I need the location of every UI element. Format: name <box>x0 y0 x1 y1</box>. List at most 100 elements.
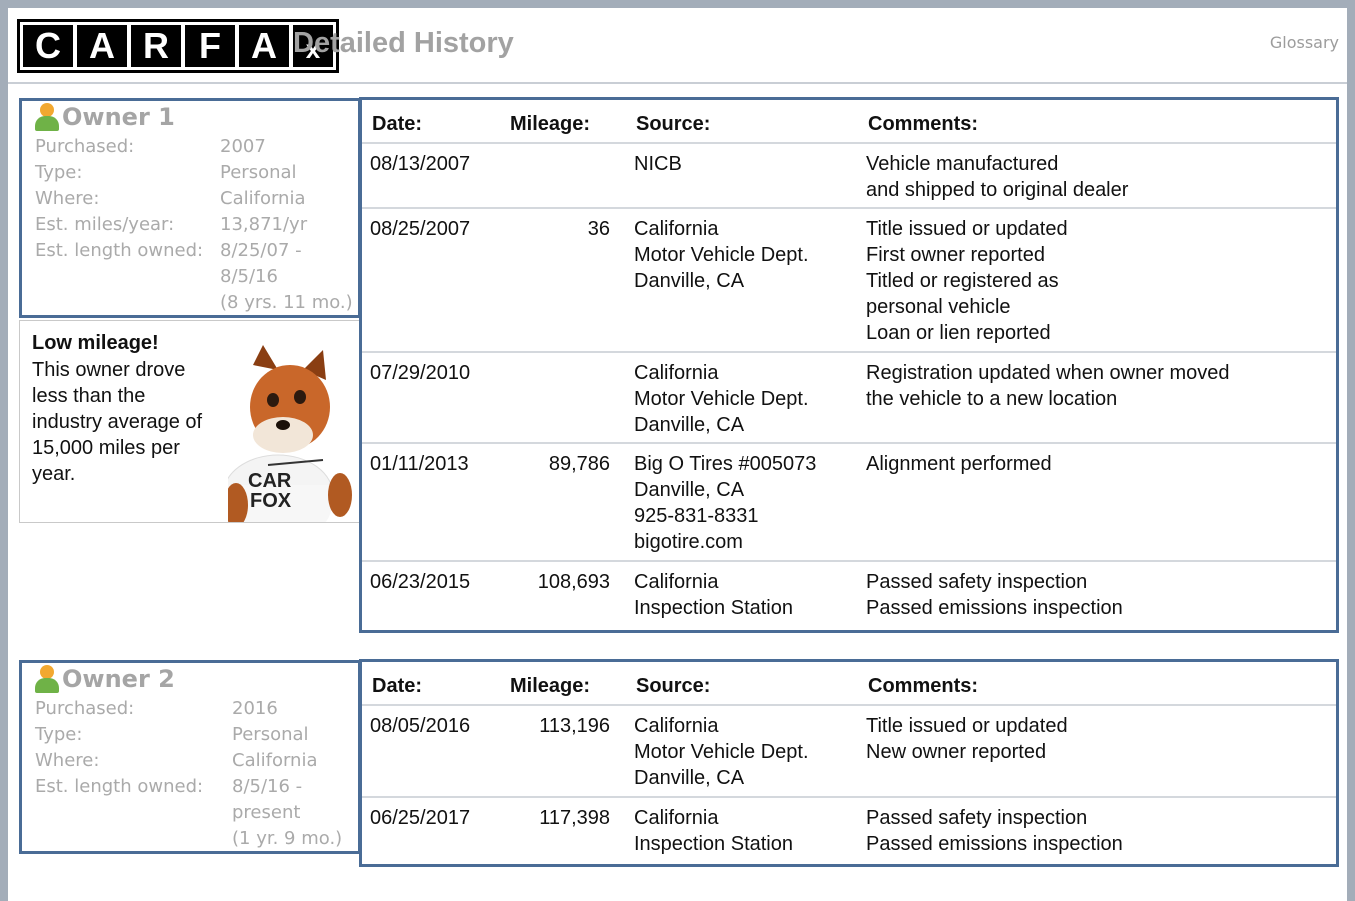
table-header-row: Date: Mileage: Source: Comments: <box>362 100 1336 144</box>
owner-fields: Purchased: 2007 Type: Personal Where: Califor… <box>35 134 353 316</box>
record-source-line: 925-831-8331 <box>634 505 759 527</box>
person-icon <box>34 664 60 694</box>
column-header-comments: Comments: <box>868 675 979 697</box>
record-comment-line: Registration updated when owner moved <box>866 362 1230 384</box>
record-source-line: Danville, CA <box>634 270 745 292</box>
record-comments: Alignment performed <box>866 451 1052 477</box>
owner-field-value: (1 yr. 9 mo.) <box>232 828 343 849</box>
record-comment-line: New owner reported <box>866 741 1047 763</box>
owner-field-row: (1 yr. 9 mo.) <box>35 826 342 852</box>
table-row: 07/29/2010 California Motor Vehicle Dept. D… <box>362 353 1336 444</box>
record-comment-line: Passed safety inspection <box>866 571 1088 593</box>
owner-field-row: present <box>35 800 342 826</box>
owner-field-value: California <box>232 750 318 771</box>
record-comment-line: the vehicle to a new location <box>866 388 1118 410</box>
column-header-comments: Comments: <box>868 113 979 135</box>
owner-name: Owner 1 <box>62 103 175 131</box>
owner-field-label <box>35 264 220 290</box>
record-date: 07/29/2010 <box>370 362 471 384</box>
record-mileage: 108,693 <box>537 571 610 593</box>
owner-field-row: Purchased: 2016 <box>35 696 342 722</box>
column-header-source: Source: <box>636 113 711 135</box>
record-source-line: California <box>634 218 719 240</box>
owner-field-label: Est. miles/year: <box>35 214 175 235</box>
callout-text: This owner drove less than the industry … <box>32 359 203 485</box>
record-source-line: bigotire.com <box>634 531 743 553</box>
owner-field-label: Purchased: <box>35 698 135 719</box>
logo-letter: R <box>131 25 181 67</box>
record-comment-line: Title issued or updated <box>866 715 1068 737</box>
record-source-line: California <box>634 362 719 384</box>
record-source: California Inspection Station <box>634 805 793 857</box>
owner-field-row: 8/5/16 <box>35 264 353 290</box>
logo-letter: A <box>239 25 289 67</box>
record-comment-line: Title issued or updated <box>866 218 1068 240</box>
mascot-shirt-text: CAR <box>248 470 292 492</box>
owner-field-label: Purchased: <box>35 136 135 157</box>
owner-field-row: Est. length owned: 8/25/07 - <box>35 238 353 264</box>
owner-field-row: Est. length owned: 8/5/16 - <box>35 774 342 800</box>
glossary-link[interactable]: Glossary <box>1270 33 1339 52</box>
owner-field-value: present <box>232 802 301 823</box>
owner-card: Owner 1 Purchased: 2007 Type: Personal Where:… <box>19 98 361 318</box>
record-source-line: Danville, CA <box>634 767 745 789</box>
owner-field-row: Where: California <box>35 748 342 774</box>
column-header-date: Date: <box>372 113 423 135</box>
owner-field-label <box>35 800 232 826</box>
record-source-line: Motor Vehicle Dept. <box>634 388 809 410</box>
owner-field-label <box>35 290 220 316</box>
owner-field-row: Purchased: 2007 <box>35 134 353 160</box>
record-source-line: Motor Vehicle Dept. <box>634 741 809 763</box>
owner-field-value: (8 yrs. 11 mo.) <box>220 292 353 313</box>
table-row: 06/23/2015 108,693 California Inspection St… <box>362 562 1336 630</box>
owner-field-value: 2007 <box>220 136 266 157</box>
table-row: 08/25/2007 36 California Motor Vehicle Dept… <box>362 209 1336 353</box>
record-source: California Inspection Station <box>634 569 793 621</box>
owner-field-label: Type: <box>35 162 83 183</box>
owner-field-label: Est. length owned: <box>35 240 204 261</box>
record-source-line: Motor Vehicle Dept. <box>634 244 809 266</box>
owner-field-row: Est. miles/year: 13,871/yr <box>35 212 353 238</box>
record-source-line: Danville, CA <box>634 479 745 501</box>
record-comments: Title issued or updated New owner reporte… <box>866 713 1068 765</box>
record-comment-line: and shipped to original dealer <box>866 179 1129 201</box>
column-header-mileage: Mileage: <box>510 113 591 135</box>
owner-field-row: Where: California <box>35 186 353 212</box>
mascot-shirt-text: FOX <box>250 490 292 512</box>
history-table: Date: Mileage: Source: Comments: 08/13/2007 N… <box>359 97 1339 633</box>
logo-letter: A <box>77 25 127 67</box>
record-source: California Motor Vehicle Dept. Danville, C… <box>634 713 809 791</box>
record-comment-line: Passed safety inspection <box>866 807 1088 829</box>
owner-field-value: 8/25/07 - <box>220 240 302 261</box>
record-source-line: Inspection Station <box>634 597 793 619</box>
owner-field-label <box>35 826 232 852</box>
record-date: 08/25/2007 <box>370 218 471 240</box>
table-row: 08/05/2016 113,196 California Motor Vehicle… <box>362 706 1336 798</box>
record-comment-line: Alignment performed <box>866 453 1052 475</box>
record-mileage: 113,196 <box>539 715 610 737</box>
table-row: 08/13/2007 NICB Vehicle manufactured and sh… <box>362 144 1336 209</box>
owner-card: Owner 2 Purchased: 2016 Type: Personal Where:… <box>19 660 361 854</box>
record-comment-line: Loan or lien reported <box>866 322 1051 344</box>
record-comments: Vehicle manufactured and shipped to origi… <box>866 151 1128 203</box>
owner-field-row: Type: Personal <box>35 160 353 186</box>
owner-fields: Purchased: 2016 Type: Personal Where: Califor… <box>35 696 342 852</box>
record-mileage: 117,398 <box>539 807 610 829</box>
record-source-line: California <box>634 715 719 737</box>
owner-field-label: Type: <box>35 724 83 745</box>
table-row: 01/11/2013 89,786 Big O Tires #005073 Danvi… <box>362 444 1336 562</box>
record-source-line: California <box>634 571 719 593</box>
record-source: California Motor Vehicle Dept. Danville, C… <box>634 216 809 294</box>
record-date: 08/13/2007 <box>370 153 471 175</box>
record-source: Big O Tires #005073 Danville, CA 925-831-8… <box>634 451 816 555</box>
record-comment-line: First owner reported <box>866 244 1045 266</box>
record-date: 06/25/2017 <box>370 807 471 829</box>
record-date: 08/05/2016 <box>370 715 471 737</box>
low-mileage-callout: Low mileage! This owner drove less than … <box>19 320 361 523</box>
record-comments: Passed safety inspection Passed emissions… <box>866 569 1123 621</box>
record-comment-line: personal vehicle <box>866 296 1011 318</box>
record-source-line: Big O Tires #005073 <box>634 453 817 475</box>
record-comments: Passed safety inspection Passed emissions… <box>866 805 1123 857</box>
record-mileage: 89,786 <box>548 453 610 475</box>
owner-header: Owner 1 <box>34 102 175 132</box>
